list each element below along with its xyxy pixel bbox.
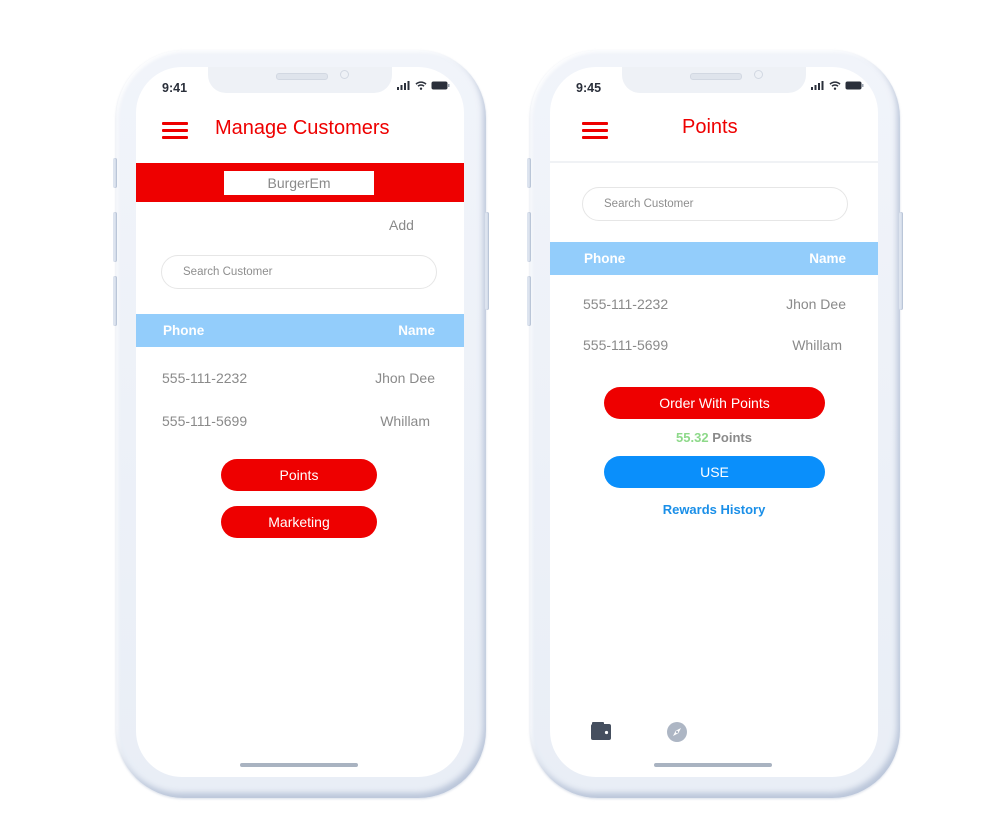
table-header: Phone Name [136, 314, 464, 347]
store-banner: BurgerEm [136, 163, 464, 202]
table-row[interactable]: 555-111-2232 Jhon Dee [550, 296, 878, 316]
power-button [899, 212, 903, 310]
customer-name: Whillam [792, 337, 842, 353]
home-indicator[interactable] [654, 763, 772, 767]
status-time: 9:41 [162, 81, 188, 95]
tab-wallet[interactable] [591, 722, 611, 745]
speaker [690, 73, 742, 80]
power-button [485, 212, 489, 310]
camera [754, 70, 763, 79]
marketing-button[interactable]: Marketing [221, 506, 377, 538]
screen-points: 9:45 Points Search Customer Phone Name 5… [550, 67, 878, 777]
column-header-phone: Phone [163, 323, 205, 338]
use-points-button[interactable]: USE [604, 456, 825, 488]
notch [622, 67, 806, 93]
table-row[interactable]: 555-111-5699 Whillam [550, 337, 878, 357]
phone-frame-manage-customers: 9:41 Manage Customers BurgerEm Add Searc… [113, 50, 489, 798]
column-header-name: Name [809, 251, 846, 266]
menu-icon-bar [582, 122, 608, 125]
volume-up-button [113, 212, 117, 262]
column-header-name: Name [398, 323, 435, 338]
points-unit: Points [712, 430, 752, 445]
points-balance: 55.32 Points [550, 430, 878, 445]
rewards-history-link[interactable]: Rewards History [550, 502, 878, 517]
menu-button[interactable] [582, 122, 608, 140]
table-row[interactable]: 555-111-2232 Jhon Dee [136, 370, 464, 390]
status-icons [397, 81, 450, 90]
points-button[interactable]: Points [221, 459, 377, 491]
menu-icon-bar [162, 136, 188, 139]
signal-icon [811, 81, 824, 90]
points-value: 55.32 [676, 430, 709, 445]
search-placeholder: Search Customer [604, 198, 694, 210]
menu-icon-bar [582, 136, 608, 139]
status-icons [811, 81, 864, 90]
wallet-icon [591, 722, 611, 740]
speaker [276, 73, 328, 80]
tab-explore[interactable] [667, 722, 687, 747]
menu-icon-bar [582, 129, 608, 132]
menu-icon-bar [162, 122, 188, 125]
battery-icon [431, 81, 450, 90]
table-row[interactable]: 555-111-5699 Whillam [136, 413, 464, 433]
search-customer-input[interactable]: Search Customer [582, 187, 848, 221]
menu-icon-bar [162, 129, 188, 132]
volume-down-button [527, 276, 531, 326]
battery-icon [845, 81, 864, 90]
page-title: Manage Customers [215, 117, 390, 139]
search-customer-input[interactable]: Search Customer [161, 255, 437, 289]
table-header: Phone Name [550, 242, 878, 275]
column-header-phone: Phone [584, 251, 626, 266]
phone-frame-points: 9:45 Points Search Customer Phone Name 5… [527, 50, 903, 798]
mute-switch [527, 158, 531, 188]
compass-icon [667, 722, 687, 742]
customer-phone: 555-111-5699 [583, 337, 669, 353]
order-with-points-button[interactable]: Order With Points [604, 387, 825, 419]
mute-switch [113, 158, 117, 188]
volume-up-button [527, 212, 531, 262]
search-placeholder: Search Customer [183, 266, 273, 278]
home-indicator[interactable] [240, 763, 358, 767]
menu-button[interactable] [162, 122, 188, 140]
volume-down-button [113, 276, 117, 326]
status-time: 9:45 [576, 81, 602, 95]
add-customer-button[interactable]: Add [389, 217, 414, 233]
store-name-field[interactable]: BurgerEm [224, 171, 374, 195]
customer-phone: 555-111-2232 [162, 370, 248, 386]
customer-name: Whillam [380, 413, 430, 429]
customer-phone: 555-111-2232 [583, 296, 669, 312]
signal-icon [397, 81, 410, 90]
header-divider [550, 161, 878, 163]
notch [208, 67, 392, 93]
screen-manage-customers: 9:41 Manage Customers BurgerEm Add Searc… [136, 67, 464, 777]
customer-name: Jhon Dee [375, 370, 435, 386]
wifi-icon [829, 81, 841, 90]
page-title: Points [682, 116, 738, 138]
camera [340, 70, 349, 79]
customer-name: Jhon Dee [786, 296, 846, 312]
wifi-icon [415, 81, 427, 90]
customer-phone: 555-111-5699 [162, 413, 248, 429]
